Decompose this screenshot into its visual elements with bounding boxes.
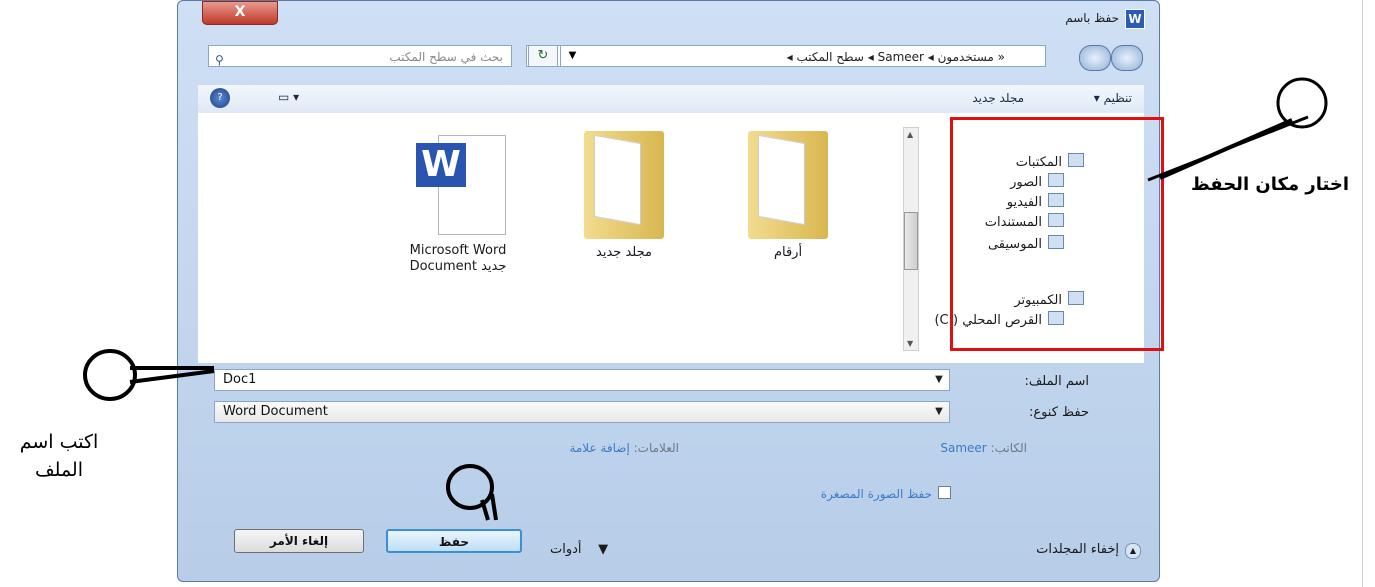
magnifier-icon-filename (83, 349, 215, 401)
filename-annotation: اكتب اسم الملف (4, 428, 114, 484)
filename-annotation-line1: اكتب اسم (19, 431, 99, 453)
annotation-drawings (83, 77, 1328, 521)
location-annotation: اختار مكان الحفظ (1190, 174, 1349, 195)
filename-annotation-line2: الملف (34, 459, 83, 481)
magnifier-icon-save (446, 464, 498, 521)
magnifier-icon-location (1147, 77, 1328, 182)
